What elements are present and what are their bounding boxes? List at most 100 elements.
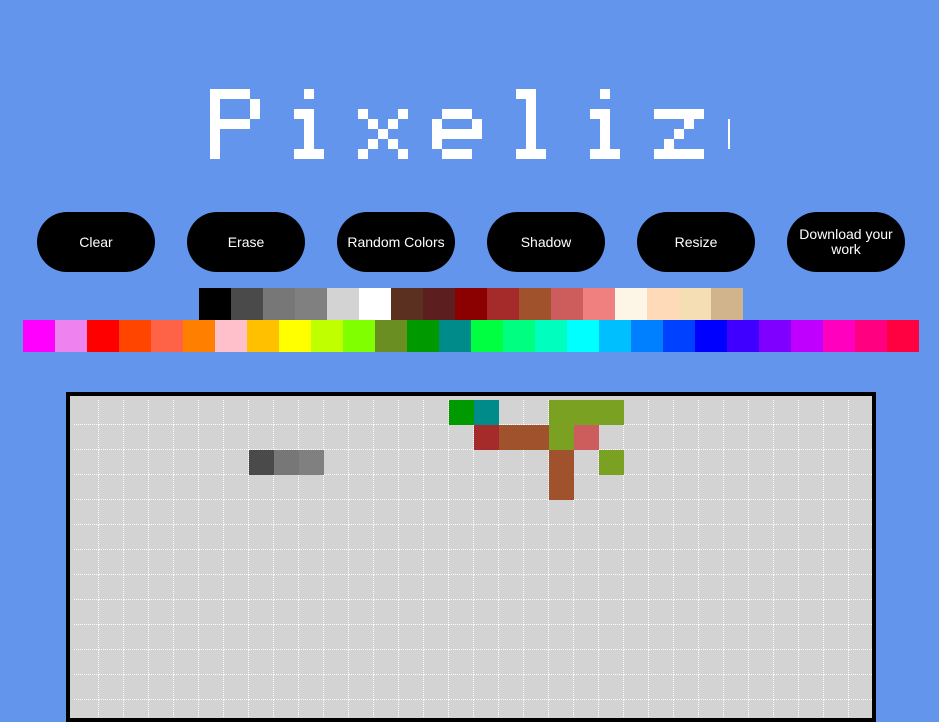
pixel-cell[interactable] <box>799 450 824 475</box>
pixel-cell[interactable] <box>749 650 774 675</box>
pixel-cell[interactable] <box>274 500 299 525</box>
pixel-cell[interactable] <box>774 700 799 718</box>
pixel-cell[interactable] <box>649 650 674 675</box>
pixel-cell[interactable] <box>99 600 124 625</box>
pixel-cell[interactable] <box>374 700 399 718</box>
color-swatch[interactable] <box>727 320 759 352</box>
pixel-cell[interactable] <box>799 550 824 575</box>
pixel-cell[interactable] <box>824 550 849 575</box>
pixel-cell[interactable] <box>224 625 249 650</box>
color-swatch[interactable] <box>887 320 919 352</box>
pixel-cell[interactable] <box>774 625 799 650</box>
pixel-cell[interactable] <box>74 475 99 500</box>
pixel-cell[interactable] <box>724 675 749 700</box>
pixel-cell[interactable] <box>74 400 99 425</box>
pixel-cell[interactable] <box>824 425 849 450</box>
pixel-cell[interactable] <box>349 675 374 700</box>
pixel-cell[interactable] <box>149 475 174 500</box>
pixel-cell[interactable] <box>349 625 374 650</box>
pixel-cell[interactable] <box>449 525 474 550</box>
pixel-cell[interactable] <box>199 525 224 550</box>
pixel-cell[interactable] <box>674 700 699 718</box>
pixel-cell[interactable] <box>274 475 299 500</box>
pixel-cell[interactable] <box>699 575 724 600</box>
pixel-cell[interactable] <box>124 525 149 550</box>
pixel-cell[interactable] <box>399 650 424 675</box>
pixel-cell[interactable] <box>299 675 324 700</box>
pixel-cell[interactable] <box>724 425 749 450</box>
pixel-cell[interactable] <box>449 475 474 500</box>
pixel-cell[interactable] <box>374 675 399 700</box>
pixel-cell[interactable] <box>174 500 199 525</box>
pixel-cell[interactable] <box>199 450 224 475</box>
pixel-cell[interactable] <box>324 675 349 700</box>
pixel-cell[interactable] <box>824 450 849 475</box>
color-swatch[interactable] <box>711 288 743 320</box>
pixel-cell[interactable] <box>374 650 399 675</box>
pixel-cell[interactable] <box>424 450 449 475</box>
pixel-cell[interactable] <box>724 575 749 600</box>
pixel-cell[interactable] <box>474 525 499 550</box>
pixel-cell[interactable] <box>724 550 749 575</box>
pixel-cell[interactable] <box>774 650 799 675</box>
pixel-cell[interactable] <box>449 700 474 718</box>
pixel-cell[interactable] <box>374 525 399 550</box>
pixel-cell[interactable] <box>499 675 524 700</box>
pixel-cell[interactable] <box>374 500 399 525</box>
pixel-cell[interactable] <box>749 525 774 550</box>
pixel-cell[interactable] <box>99 675 124 700</box>
pixel-cell[interactable] <box>499 550 524 575</box>
color-swatch[interactable] <box>695 320 727 352</box>
pixel-cell[interactable] <box>574 625 599 650</box>
pixel-cell[interactable] <box>624 675 649 700</box>
color-swatch[interactable] <box>615 288 647 320</box>
pixel-cell[interactable] <box>74 575 99 600</box>
pixel-cell[interactable] <box>799 675 824 700</box>
pixel-cell-painted[interactable] <box>499 425 524 450</box>
pixel-cell[interactable] <box>324 600 349 625</box>
pixel-cell[interactable] <box>124 675 149 700</box>
pixel-cell[interactable] <box>849 650 872 675</box>
resize-button[interactable]: Resize <box>637 212 755 272</box>
pixel-cell[interactable] <box>849 475 872 500</box>
pixel-cell[interactable] <box>824 675 849 700</box>
pixel-cell[interactable] <box>774 500 799 525</box>
pixel-cell[interactable] <box>599 525 624 550</box>
pixel-cell[interactable] <box>99 475 124 500</box>
pixel-cell[interactable] <box>799 500 824 525</box>
color-swatch[interactable] <box>119 320 151 352</box>
pixel-cell[interactable] <box>824 650 849 675</box>
pixel-cell[interactable] <box>824 700 849 718</box>
pixel-cell[interactable] <box>849 425 872 450</box>
pixel-cell[interactable] <box>299 625 324 650</box>
pixel-cell[interactable] <box>174 600 199 625</box>
pixel-cell[interactable] <box>124 625 149 650</box>
pixel-cell[interactable] <box>149 500 174 525</box>
pixel-cell[interactable] <box>99 525 124 550</box>
color-swatch[interactable] <box>87 320 119 352</box>
pixel-cell[interactable] <box>674 625 699 650</box>
pixel-cell[interactable] <box>649 700 674 718</box>
pixel-cell[interactable] <box>599 550 624 575</box>
pixel-cell[interactable] <box>549 600 574 625</box>
pixel-cell[interactable] <box>849 700 872 718</box>
color-swatch[interactable] <box>519 288 551 320</box>
pixel-cell[interactable] <box>599 625 624 650</box>
pixel-cell[interactable] <box>574 700 599 718</box>
pixel-cell[interactable] <box>624 625 649 650</box>
pixel-cell[interactable] <box>349 450 374 475</box>
pixel-cell[interactable] <box>224 600 249 625</box>
pixel-cell[interactable] <box>249 625 274 650</box>
pixel-cell[interactable] <box>74 425 99 450</box>
pixel-cell[interactable] <box>199 625 224 650</box>
pixel-cell[interactable] <box>549 550 574 575</box>
pixel-cell[interactable] <box>299 650 324 675</box>
pixel-cell[interactable] <box>624 475 649 500</box>
pixel-cell[interactable] <box>849 550 872 575</box>
pixel-cell[interactable] <box>74 650 99 675</box>
pixel-cell[interactable] <box>349 500 374 525</box>
pixel-cell[interactable] <box>224 425 249 450</box>
pixel-cell[interactable] <box>349 475 374 500</box>
color-swatch[interactable] <box>375 320 407 352</box>
pixel-cell[interactable] <box>249 475 274 500</box>
